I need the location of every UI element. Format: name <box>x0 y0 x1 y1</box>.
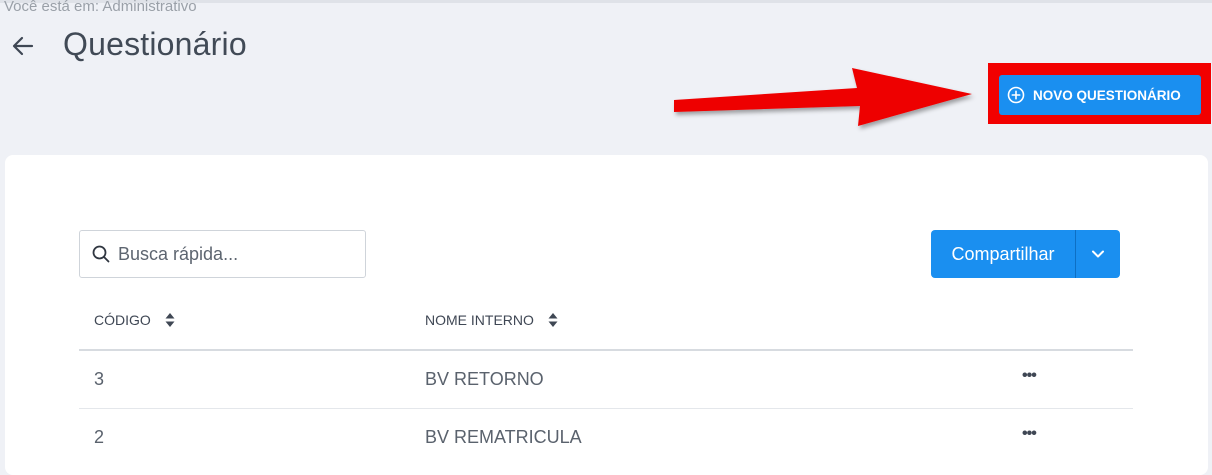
sort-icon[interactable] <box>548 312 558 328</box>
cell-code: 2 <box>94 427 105 447</box>
search-box[interactable] <box>79 230 366 278</box>
share-button-group: Compartilhar <box>931 230 1120 278</box>
cell-name: BV REMATRICULA <box>425 427 582 447</box>
cell-name: BV RETORNO <box>425 369 544 389</box>
breadcrumb: Você está em: Administrativo <box>4 0 197 15</box>
share-button[interactable]: Compartilhar <box>931 230 1075 278</box>
search-input[interactable] <box>118 243 365 265</box>
table-row[interactable]: 3 BV RETORNO ••• <box>79 351 1133 408</box>
column-header-code-label: CÓDIGO <box>94 312 151 328</box>
arrow-left-icon[interactable] <box>10 33 36 59</box>
column-header-name-label: NOME INTERNO <box>425 312 534 328</box>
more-horizontal-icon[interactable]: ••• <box>1022 425 1044 445</box>
new-questionnaire-label: NOVO QUESTIONÁRIO <box>1033 87 1181 103</box>
share-dropdown-button[interactable] <box>1076 230 1120 278</box>
chevron-down-icon <box>1092 250 1104 258</box>
cell-code: 3 <box>94 369 105 389</box>
new-questionnaire-button[interactable]: NOVO QUESTIONÁRIO <box>999 75 1201 115</box>
page-title: Questionário <box>63 26 247 62</box>
table-row[interactable]: 2 BV REMATRICULA ••• <box>79 409 1133 466</box>
plus-circle-icon <box>1007 86 1025 104</box>
column-header-internal-name[interactable]: NOME INTERNO <box>425 312 558 328</box>
sort-icon[interactable] <box>165 312 175 328</box>
column-header-code[interactable]: CÓDIGO <box>94 312 175 328</box>
search-icon <box>92 245 110 263</box>
more-horizontal-icon[interactable]: ••• <box>1022 367 1044 387</box>
red-arrow-annotation <box>674 68 972 126</box>
